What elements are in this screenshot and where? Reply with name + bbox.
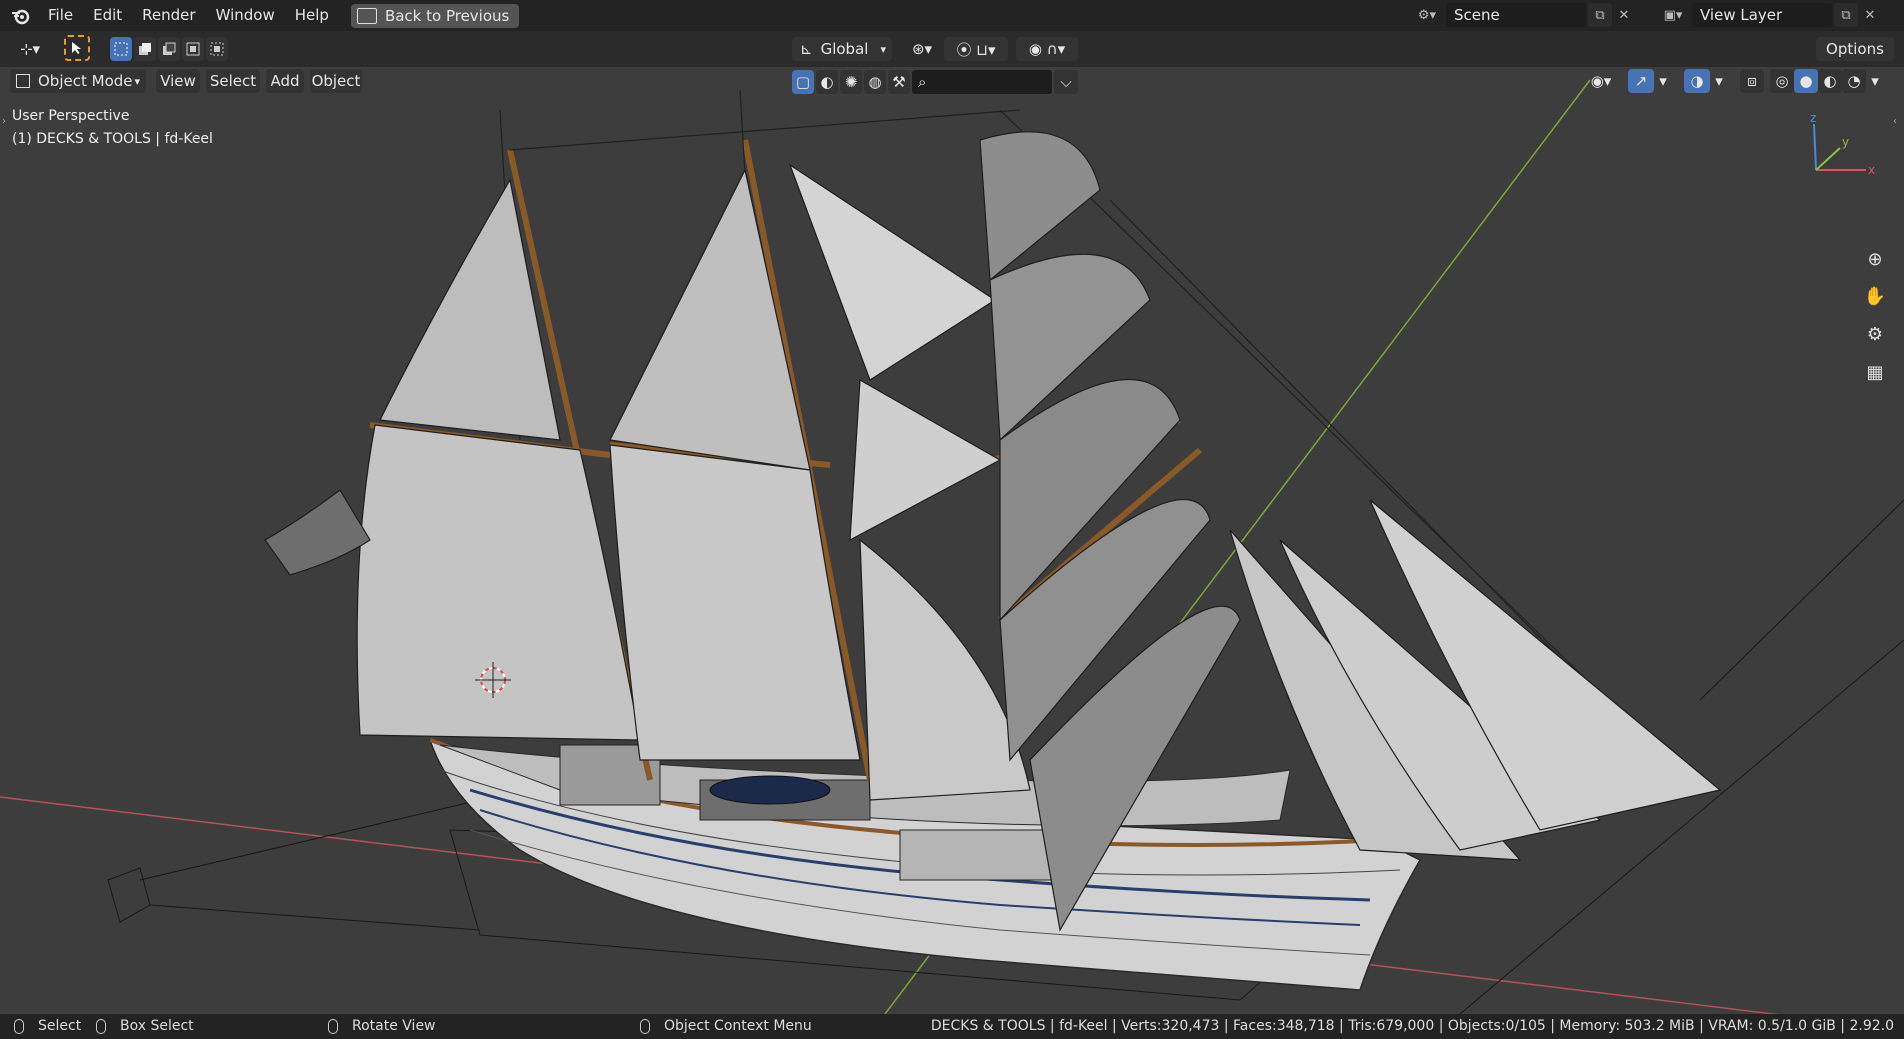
gizmo-z-label: z — [1810, 112, 1816, 125]
viewport-object-label: (1) DECKS & TOOLS | fd-Keel — [12, 131, 213, 147]
orientation-label: Global — [820, 40, 869, 58]
viewport-search-field[interactable]: ⌕ — [912, 70, 1052, 94]
mouse-middle-icon — [328, 1019, 338, 1034]
status-box-select-label: Box Select — [120, 1018, 194, 1034]
menu-object[interactable]: Object — [310, 69, 362, 93]
menu-render[interactable]: Render — [132, 0, 205, 31]
back-to-previous-button[interactable]: Back to Previous — [350, 3, 520, 28]
perspective-toggle-icon[interactable]: ▦ — [1860, 357, 1890, 387]
gizmo-y-label: y — [1842, 135, 1849, 149]
scene-browse-icon[interactable]: ⚙▾ — [1410, 3, 1444, 27]
select-mode-subtract-icon[interactable] — [158, 37, 180, 61]
status-rotate-label: Rotate View — [352, 1018, 436, 1034]
mouse-left-icon — [14, 1019, 24, 1034]
blender-logo-icon[interactable] — [10, 5, 32, 27]
gizmo-dropdown-icon[interactable]: ▾ — [1654, 69, 1672, 93]
back-to-previous-label: Back to Previous — [384, 6, 510, 25]
viewport-perspective-label: User Perspective — [12, 108, 130, 124]
navigation-gizmo[interactable]: x y z — [1800, 112, 1880, 178]
scene-selector: ⚙▾ Scene ⧉ ✕ — [1410, 3, 1636, 27]
mesh-filter-icon[interactable]: ◐ — [816, 70, 838, 94]
visibility-eye-icon[interactable]: ◉▾ — [1584, 69, 1618, 93]
menu-edit[interactable]: Edit — [83, 0, 132, 31]
menu-add[interactable]: Add — [266, 69, 304, 93]
menu-file[interactable]: File — [38, 0, 83, 31]
toolbar-expand-icon[interactable]: › — [2, 116, 6, 127]
snap-toggle-icon[interactable]: ⦿ ⊔▾ — [944, 37, 1008, 61]
gizmo-x-label: x — [1868, 163, 1875, 177]
mode-label: Object Mode — [38, 72, 133, 90]
menu-window[interactable]: Window — [206, 0, 285, 31]
mode-dropdown[interactable]: Object Mode ▾ — [10, 69, 146, 93]
rendered-shading-icon[interactable]: ◔ — [1842, 69, 1866, 93]
select-box-filter-icon[interactable]: ▢ — [792, 70, 814, 94]
select-mode-invert-icon[interactable] — [182, 37, 204, 61]
world-filter-icon[interactable]: ◍ — [864, 70, 886, 94]
scene-statistics: DECKS & TOOLS | fd-Keel | Verts:320,473 … — [930, 1018, 1894, 1034]
shading-dropdown-icon[interactable]: ▾ — [1866, 69, 1884, 93]
chevron-down-icon: ▾ — [134, 74, 140, 88]
cleanup-filter-icon[interactable]: ⚒ — [888, 70, 910, 94]
pivot-point-icon[interactable]: ⊛▾ — [904, 37, 940, 61]
mouse-right-icon — [640, 1019, 650, 1034]
orientation-icon: ⊾ — [800, 40, 813, 58]
pan-hand-icon[interactable]: ✋ — [1860, 281, 1890, 311]
chevron-down-icon: ▾ — [880, 42, 886, 56]
camera-view-icon[interactable]: ⚙ — [1860, 319, 1890, 349]
status-context-menu-label: Object Context Menu — [664, 1018, 812, 1034]
scene-name-field[interactable]: Scene — [1446, 3, 1586, 27]
material-shading-icon[interactable]: ◐ — [1818, 69, 1842, 93]
back-arrow-icon — [356, 7, 377, 24]
status-select-label: Select — [38, 1018, 82, 1034]
delete-scene-icon[interactable]: ✕ — [1612, 3, 1636, 27]
delete-view-layer-icon[interactable]: ✕ — [1858, 3, 1882, 27]
select-mode-new-icon[interactable] — [110, 37, 132, 61]
view-layer-selector: ▣▾ View Layer ⧉ ✕ — [1656, 3, 1882, 27]
mouse-drag-icon — [96, 1019, 106, 1034]
new-view-layer-icon[interactable]: ⧉ — [1834, 3, 1858, 27]
xray-toggle-icon[interactable]: ⧈ — [1740, 69, 1764, 93]
select-mode-intersect-icon[interactable] — [206, 37, 228, 61]
zoom-icon[interactable]: ⊕ — [1860, 244, 1890, 274]
menu-select[interactable]: Select — [206, 69, 260, 93]
new-scene-icon[interactable]: ⧉ — [1588, 3, 1612, 27]
viewport-canvas[interactable] — [0, 31, 1904, 1014]
editor-type-icon[interactable]: ⊹▾ — [10, 37, 50, 61]
select-mode-extend-icon[interactable] — [134, 37, 156, 61]
status-rotate: Rotate View — [328, 1014, 436, 1039]
status-select: Select — [14, 1014, 81, 1039]
status-bar: Select Box Select Rotate View Object Con… — [0, 1014, 1904, 1039]
menu-view[interactable]: View — [156, 69, 200, 93]
view-layer-name-field[interactable]: View Layer — [1692, 3, 1832, 27]
options-button[interactable]: Options — [1816, 37, 1894, 61]
tool-header: ⊹▾ ⊾ Global ▾ ⊛▾ ⦿ ⊔▾ ◉ ∩▾ Options — [0, 31, 1904, 67]
view-layer-browse-icon[interactable]: ▣▾ — [1656, 3, 1690, 27]
light-filter-icon[interactable]: ✺ — [840, 70, 862, 94]
menu-help[interactable]: Help — [285, 0, 339, 31]
status-context-menu: Object Context Menu — [640, 1014, 812, 1039]
search-options-icon[interactable]: ⌵ — [1054, 70, 1078, 94]
object-mode-icon — [16, 74, 30, 88]
proportional-editing-icon[interactable]: ◉ ∩▾ — [1016, 37, 1078, 61]
solid-shading-icon[interactable]: ● — [1794, 69, 1818, 93]
overlays-toggle-icon[interactable]: ◑ — [1684, 69, 1710, 93]
wireframe-shading-icon[interactable]: ◎ — [1770, 69, 1794, 93]
status-box-select: Box Select — [96, 1014, 194, 1039]
select-tool-icon[interactable] — [64, 35, 90, 61]
viewport-header: Object Mode ▾ View Select Add Object ▢ ◐… — [0, 67, 1904, 95]
search-icon: ⌕ — [918, 73, 927, 91]
gizmo-toggle-icon[interactable]: ↗ — [1628, 69, 1654, 93]
transform-orientation-dropdown[interactable]: ⊾ Global ▾ — [792, 37, 892, 61]
overlays-dropdown-icon[interactable]: ▾ — [1710, 69, 1728, 93]
sidebar-expand-icon[interactable]: ‹ — [1893, 116, 1897, 127]
